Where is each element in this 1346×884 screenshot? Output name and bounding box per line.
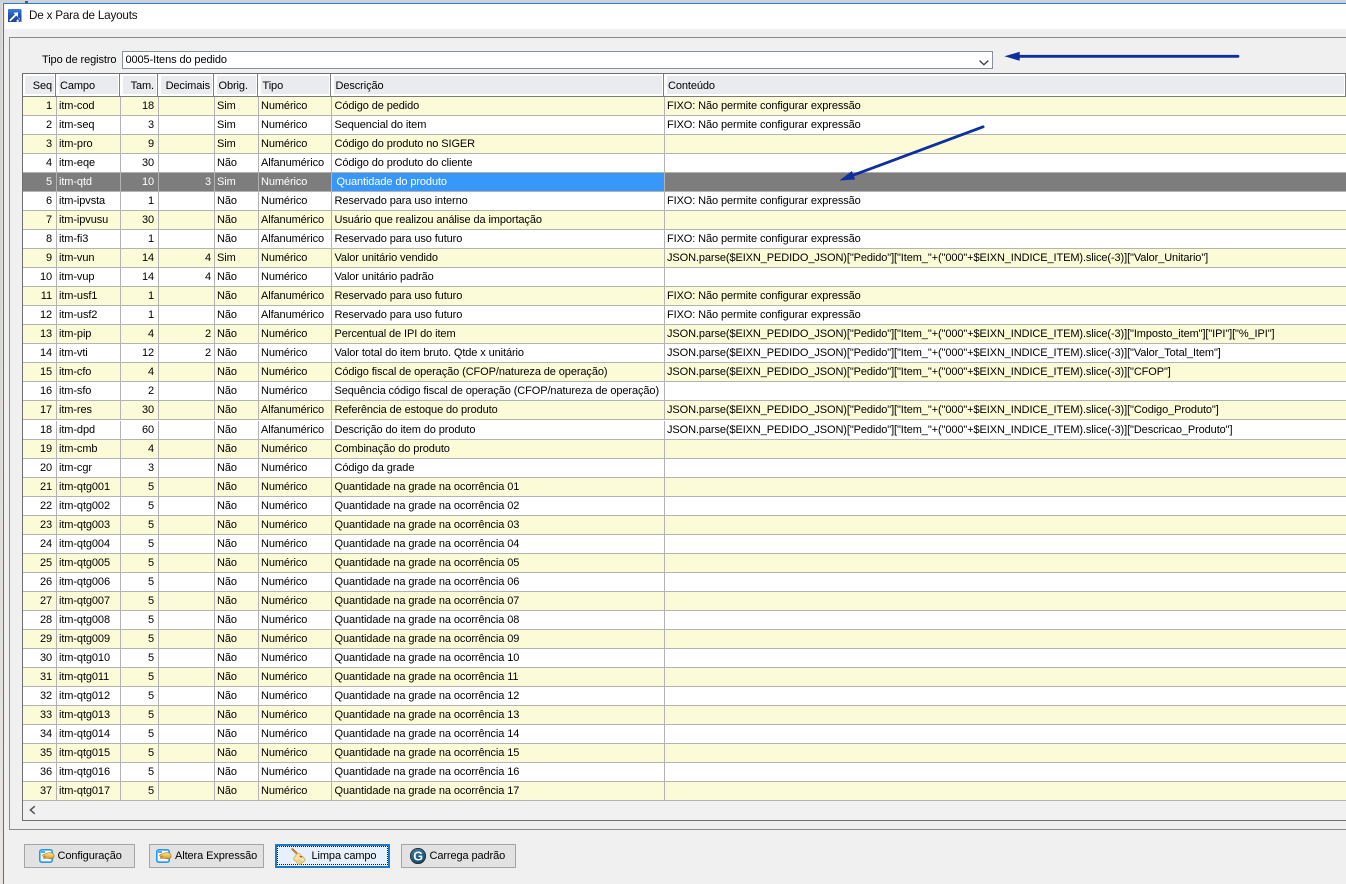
svg-text:G: G [413,850,423,864]
